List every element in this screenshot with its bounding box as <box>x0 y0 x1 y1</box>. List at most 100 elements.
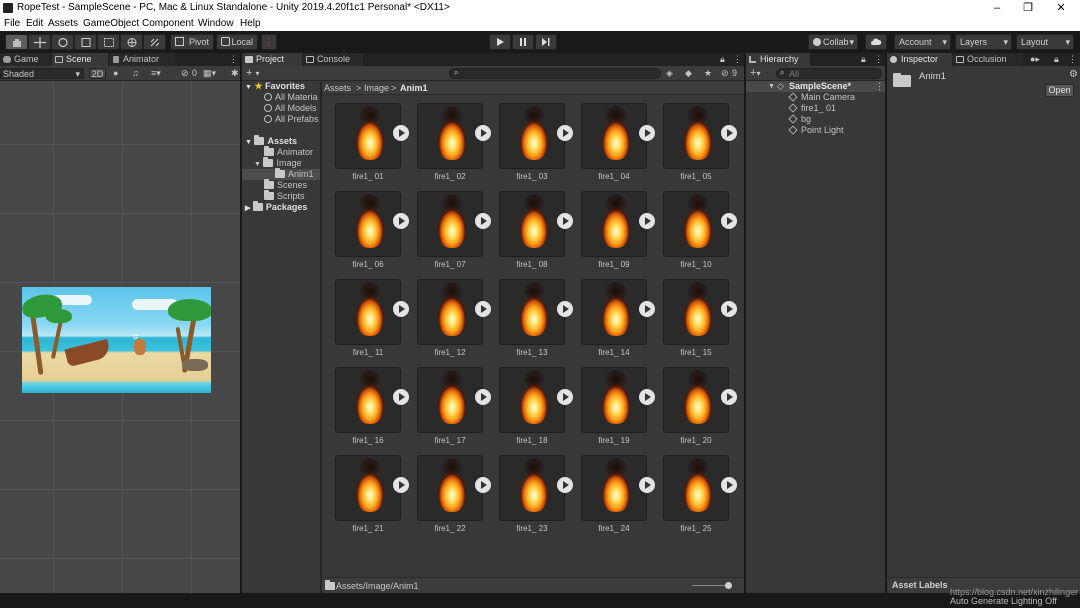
asset-item[interactable]: fire1_ 01 <box>322 95 409 183</box>
asset-item[interactable]: fire1_ 13 <box>486 271 573 359</box>
selection-gizmo-icon[interactable] <box>133 334 138 339</box>
asset-item[interactable]: fire1_ 17 <box>404 359 491 447</box>
tree-assets[interactable]: ▼ Assets <box>245 135 297 147</box>
scene-view[interactable] <box>0 81 240 593</box>
asset-item[interactable]: fire1_ 09 <box>568 183 655 271</box>
asset-item[interactable]: fire1_ 22 <box>404 447 491 535</box>
local-button[interactable]: Local <box>216 34 258 50</box>
asset-item[interactable]: fire1_ 14 <box>568 271 655 359</box>
sprite-thumbnail[interactable] <box>663 103 729 169</box>
asset-item[interactable]: fire1_ 21 <box>322 447 409 535</box>
asset-item[interactable]: fire1_ 02 <box>404 95 491 183</box>
menu-component[interactable]: Component <box>142 17 194 30</box>
tab-hierarchy[interactable]: Hierarchy <box>746 53 810 66</box>
pause-button[interactable] <box>512 34 534 50</box>
sprite-thumbnail[interactable] <box>499 455 565 521</box>
create-asset-button[interactable]: + ▾ <box>246 68 260 79</box>
menu-edit[interactable]: Edit <box>26 17 43 30</box>
tree-folder-scripts[interactable]: Scripts <box>264 190 305 202</box>
breadcrumb-image[interactable]: Image <box>364 83 389 93</box>
hidden-packages-icon[interactable]: ⊘ <box>721 68 729 79</box>
tree-packages[interactable]: ▶ Packages <box>245 201 307 213</box>
settings-gear-icon[interactable]: ⚙ <box>1069 69 1078 80</box>
hierarchy-item[interactable]: Point Light <box>788 125 844 136</box>
step-button[interactable] <box>535 34 557 50</box>
transform-tool-icon[interactable] <box>120 34 143 50</box>
asset-item[interactable]: fire1_ 19 <box>568 359 655 447</box>
menu-help[interactable]: Help <box>240 17 261 30</box>
sprite-thumbnail[interactable] <box>499 191 565 257</box>
hierarchy-item[interactable]: fire1_ 01 <box>788 103 836 114</box>
sprite-thumbnail[interactable] <box>417 103 483 169</box>
asset-item[interactable]: fire1_ 20 <box>650 359 737 447</box>
shading-dropdown[interactable]: Shaded ▾ <box>0 68 84 79</box>
scene-menu-icon[interactable]: ⋮ <box>229 53 238 64</box>
lock-icon[interactable]: 🔒︎ <box>861 53 866 64</box>
scene-menu-icon[interactable]: ⋮ <box>875 81 884 92</box>
asset-item[interactable]: fire1_ 12 <box>404 271 491 359</box>
create-object-button[interactable]: +▾ <box>750 68 760 79</box>
menu-gameobject[interactable]: GameObject <box>83 17 139 30</box>
asset-item[interactable]: fire1_ 05 <box>650 95 737 183</box>
hierarchy-item[interactable]: bg <box>788 114 811 125</box>
breadcrumb-assets[interactable]: Assets <box>324 83 351 93</box>
sprite-thumbnail[interactable] <box>663 279 729 345</box>
sprite-thumbnail[interactable] <box>499 103 565 169</box>
open-button[interactable]: Open <box>1045 84 1074 97</box>
rect-tool-icon[interactable] <box>97 34 120 50</box>
sprite-thumbnail[interactable] <box>663 191 729 257</box>
sprite-thumbnail[interactable] <box>581 191 647 257</box>
layout-dropdown[interactable]: Layout ▾ <box>1016 34 1074 50</box>
minimize-icon[interactable]: – <box>982 0 1012 17</box>
play-preview-icon[interactable] <box>721 125 737 141</box>
sprite-thumbnail[interactable] <box>663 367 729 433</box>
tab-animator[interactable]: Animator <box>109 53 175 66</box>
asset-item[interactable]: fire1_ 03 <box>486 95 573 183</box>
asset-item[interactable]: fire1_ 18 <box>486 359 573 447</box>
asset-item[interactable]: fire1_ 25 <box>650 447 737 535</box>
asset-item[interactable]: fire1_ 06 <box>322 183 409 271</box>
sprite-thumbnail[interactable] <box>581 279 647 345</box>
close-icon[interactable]: ✕ <box>1046 0 1076 17</box>
sprite-thumbnail[interactable] <box>417 279 483 345</box>
hierarchy-search-input[interactable]: ⌕ All <box>776 68 882 79</box>
menu-file[interactable]: File <box>4 17 20 30</box>
gizmos-icon[interactable]: ✱ <box>231 68 239 79</box>
audio-toggle-icon[interactable]: ♫ <box>132 68 139 79</box>
asset-item[interactable]: fire1_ 04 <box>568 95 655 183</box>
asset-item[interactable]: fire1_ 08 <box>486 183 573 271</box>
asset-item[interactable]: fire1_ 15 <box>650 271 737 359</box>
tab-game[interactable]: Game <box>0 53 51 66</box>
hierarchy-item[interactable]: Main Camera <box>788 92 855 103</box>
lighting-status[interactable]: Auto Generate Lighting Off <box>950 596 1057 606</box>
sprite-thumbnail[interactable] <box>335 367 401 433</box>
sprite-thumbnail[interactable] <box>417 367 483 433</box>
play-preview-icon[interactable] <box>721 301 737 317</box>
tree-folder-scenes[interactable]: Scenes <box>264 179 307 191</box>
project-search-input[interactable]: ⌕ <box>449 68 661 79</box>
tab-project[interactable]: Project <box>242 53 302 66</box>
hierarchy-menu-icon[interactable]: ⋮ <box>874 53 883 64</box>
asset-item[interactable]: fire1_ 10 <box>650 183 737 271</box>
sprite-thumbnail[interactable] <box>335 455 401 521</box>
rotate-tool-icon[interactable] <box>51 34 74 50</box>
account-dropdown[interactable]: Account ▾ <box>894 34 951 50</box>
tree-favorite-item[interactable]: All Materia <box>264 92 318 103</box>
search-by-label-icon[interactable]: ◆ <box>685 68 692 79</box>
play-button[interactable] <box>489 34 511 50</box>
sprite-thumbnail[interactable] <box>335 191 401 257</box>
sprite-thumbnail[interactable] <box>663 455 729 521</box>
asset-item[interactable]: fire1_ 16 <box>322 359 409 447</box>
lock-icon[interactable]: 🔒︎ <box>1054 53 1059 64</box>
breadcrumb-anim1[interactable]: Anim1 <box>400 83 428 93</box>
sprite-thumbnail[interactable] <box>499 279 565 345</box>
custom-tool-icon[interactable] <box>143 34 166 50</box>
lighting-toggle-icon[interactable]: ● <box>113 68 118 79</box>
sprite-thumbnail[interactable] <box>417 191 483 257</box>
cloud-icon[interactable] <box>865 34 887 50</box>
hierarchy-scene-row[interactable]: ▼ ◇ SampleScene* ⋮ <box>746 81 885 92</box>
sprite-thumbnail[interactable] <box>417 455 483 521</box>
menu-assets[interactable]: Assets <box>48 17 78 30</box>
slider-knob-icon[interactable] <box>725 582 732 589</box>
search-by-type-icon[interactable]: ◈ <box>666 68 673 79</box>
